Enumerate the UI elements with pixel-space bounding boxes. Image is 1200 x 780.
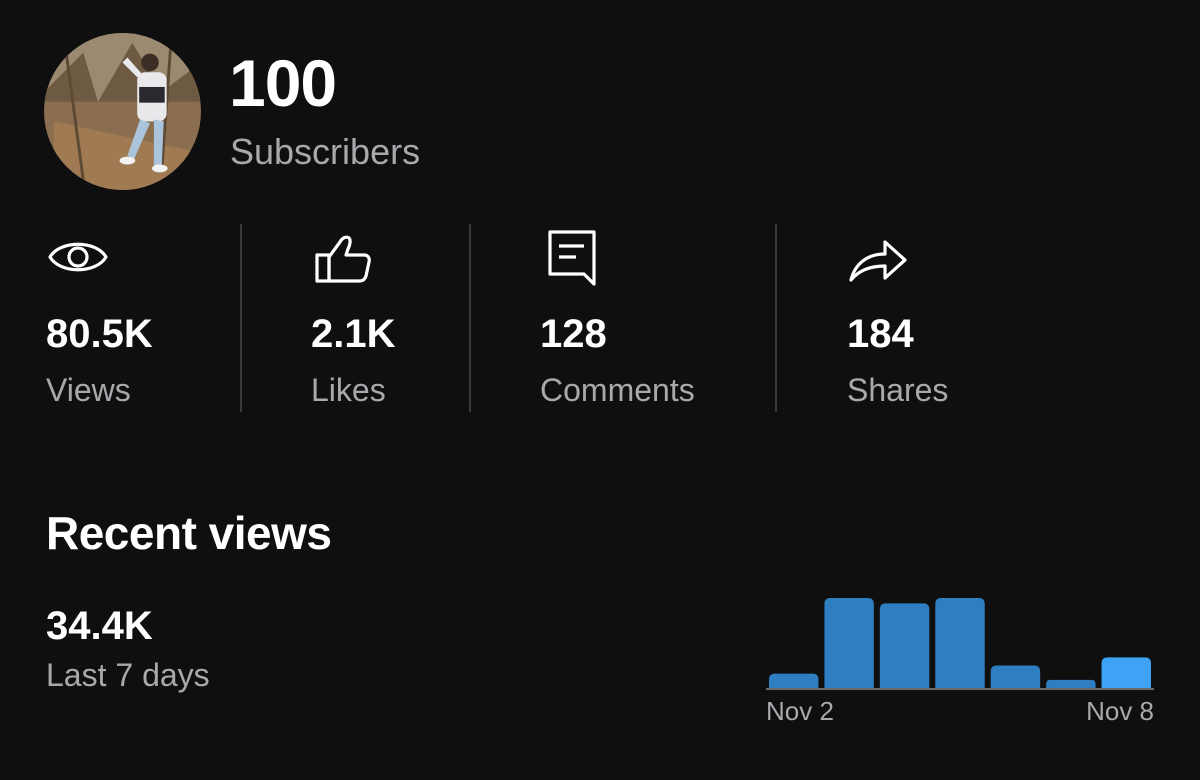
chart-bar[interactable]	[1046, 679, 1096, 688]
views-label: Views	[46, 372, 131, 408]
share-icon	[847, 228, 911, 292]
recent-views-value: 34.4K	[46, 604, 153, 648]
chart-bar[interactable]	[1101, 657, 1151, 688]
comment-icon	[540, 228, 604, 292]
comments-value: 128	[540, 312, 607, 356]
chart-bar[interactable]	[879, 603, 930, 688]
eye-icon	[46, 228, 110, 292]
views-value: 80.5K	[46, 312, 153, 356]
chart-bar[interactable]	[990, 665, 1041, 689]
chart-tick-label: Nov 8	[1086, 696, 1154, 726]
recent-views-chart[interactable]: Nov 2 Nov 8	[760, 590, 1160, 730]
shares-value: 184	[847, 312, 914, 356]
chart-bar[interactable]	[935, 598, 985, 688]
chart-tick-label: Nov 2	[766, 696, 834, 726]
recent-views-period: Last 7 days	[46, 657, 210, 693]
recent-views-bar-chart: Nov 2 Nov 8	[766, 598, 1154, 726]
stat-divider	[240, 224, 242, 412]
stat-shares[interactable]: 184 Shares	[847, 228, 1047, 418]
subscriber-label: Subscribers	[230, 131, 421, 172]
comments-label: Comments	[540, 372, 695, 408]
stat-divider	[469, 224, 471, 412]
recent-views-title: Recent views	[46, 507, 332, 559]
chart-bar[interactable]	[824, 598, 874, 688]
avatar-photo	[44, 33, 201, 190]
stat-divider	[775, 224, 777, 412]
thumbs-up-icon	[311, 228, 375, 292]
stat-likes[interactable]: 2.1K Likes	[311, 228, 461, 418]
likes-value: 2.1K	[311, 312, 396, 356]
channel-avatar[interactable]	[44, 33, 201, 190]
stat-views[interactable]: 80.5K Views	[46, 228, 226, 418]
channel-analytics-screen: 100 Subscribers 80.5K Views 2.1K Likes 1…	[0, 0, 1200, 780]
likes-label: Likes	[311, 372, 386, 408]
stat-comments[interactable]: 128 Comments	[540, 228, 760, 418]
subscriber-count: 100	[229, 46, 337, 120]
shares-label: Shares	[847, 372, 949, 408]
chart-bar[interactable]	[769, 673, 819, 688]
